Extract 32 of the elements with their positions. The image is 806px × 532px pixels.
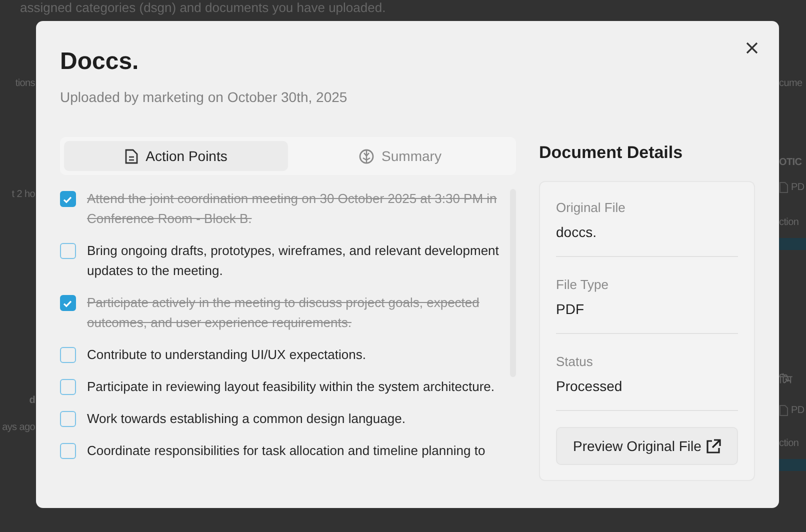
external-link-icon — [706, 438, 721, 454]
field-value: Processed — [556, 377, 624, 396]
checkbox[interactable] — [60, 379, 76, 395]
details-heading: Document Details — [539, 143, 684, 163]
checkbox[interactable] — [60, 191, 76, 207]
file-icon — [779, 182, 788, 193]
action-bar[interactable] — [779, 238, 806, 250]
action-point-text: Contribute to understanding UI/UX expectations. — [87, 346, 366, 364]
tab[interactable]: Action Points — [64, 141, 288, 171]
field-label: File Type — [556, 276, 610, 294]
field-label: Status — [556, 353, 594, 371]
action-point-text: Work towards establishing a common design language. — [87, 410, 406, 428]
field-value: doccs. — [556, 223, 598, 242]
document-icon — [124, 148, 138, 164]
dialog-title: Doccs. — [60, 47, 140, 77]
action-point-text: Participate actively in the meeting to discuss project goals, expected outcomes, and user experience requirements. — [87, 294, 480, 332]
checkbox[interactable] — [60, 443, 76, 459]
field-label: Original File — [556, 199, 626, 217]
action-bar[interactable] — [779, 459, 806, 471]
checkbox[interactable] — [60, 243, 76, 259]
file-icon — [779, 405, 788, 416]
checkbox[interactable] — [60, 347, 76, 363]
tab[interactable]: Summary — [288, 141, 512, 171]
action-point-text: Coordinate responsibilities for task allocation and timeline planning to — [87, 442, 486, 460]
field-value: PDF — [556, 300, 585, 319]
action-point-text: Participate in reviewing layout feasibility within the system architecture. — [87, 378, 495, 396]
preview-button[interactable]: Preview Original File — [556, 427, 738, 465]
upload-info-text: Uploaded by marketing on October 30th, 2025 — [60, 89, 348, 105]
checkbox[interactable] — [60, 295, 76, 311]
checkbox[interactable] — [60, 411, 76, 427]
action-point-text: Bring ongoing drafts, prototypes, wireframes, and relevant development updates to the meeting. — [87, 242, 500, 280]
action-point-text: Attend the joint coordination meeting on 30 October 2025 at 3:30 PM in Conference Room - Block B. — [87, 190, 498, 228]
